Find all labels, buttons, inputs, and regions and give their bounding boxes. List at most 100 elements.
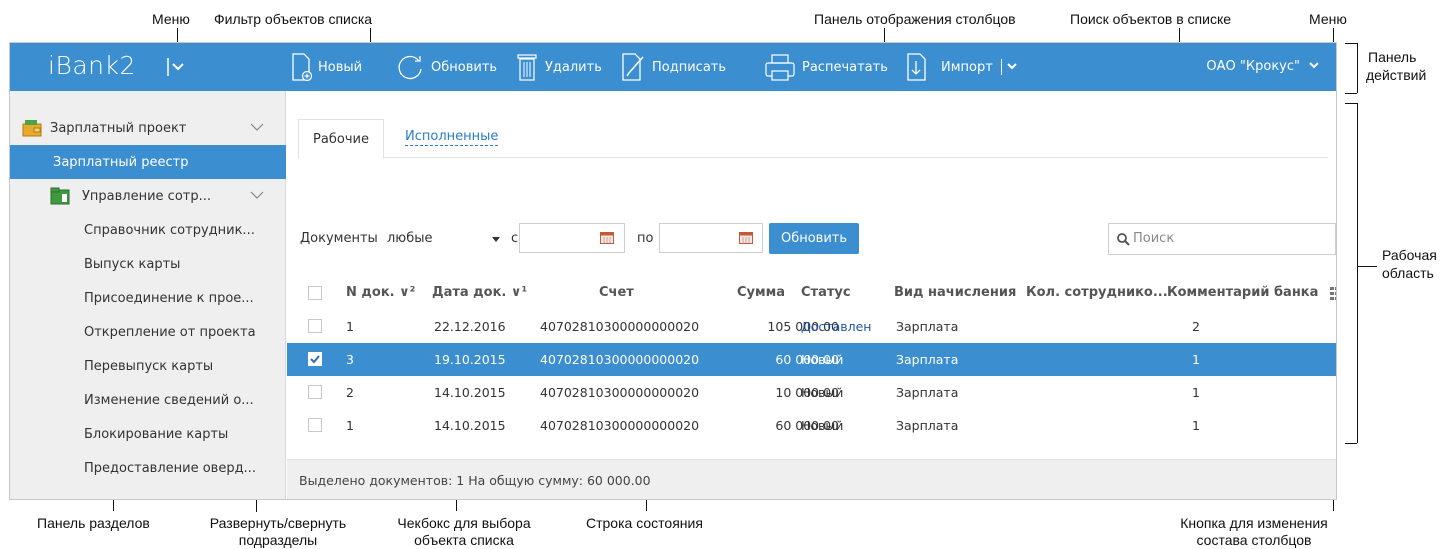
status-text: Выделено документов: 1 На общую сумму: 6… (299, 473, 651, 488)
filter-refresh-button[interactable]: Обновить (769, 223, 859, 254)
delete-button[interactable]: Удалить (515, 51, 602, 83)
cell-type: Зарплата (896, 319, 959, 334)
columns-settings-icon[interactable] (1330, 287, 1337, 300)
tab-working[interactable]: Рабочие (298, 119, 384, 159)
new-button[interactable]: Новый (290, 51, 362, 83)
work-area-bracket (1345, 443, 1357, 444)
row-checkbox[interactable] (308, 352, 322, 366)
column-header-sum[interactable]: Сумма (737, 285, 785, 300)
cell-account: 40702810300000000020 (540, 319, 700, 334)
leader-line (1357, 266, 1377, 267)
wallet-icon (22, 120, 42, 137)
sidebar-item-detach-project[interactable]: Открепление от проекта (10, 315, 286, 349)
annotation-columns-panel: Панель отображения столбцов (814, 11, 1016, 27)
sign-button[interactable]: Подписать (620, 51, 726, 83)
organization-menu[interactable]: ОАО "Крокус" (1206, 59, 1300, 74)
cell-status: Доставлен (801, 319, 872, 334)
actions-bracket (1345, 43, 1357, 44)
sidebar-item-change-info[interactable]: Изменение сведений о... (10, 383, 286, 417)
separator (1000, 59, 1002, 75)
sidebar-item-employee-management[interactable]: Управление сотр... (10, 179, 286, 213)
search-input[interactable] (1133, 231, 1323, 246)
sidebar-item-card-reissue[interactable]: Перевыпуск карты (10, 349, 286, 383)
cell-type: Зарплата (896, 352, 959, 367)
documents-select-value: любые (387, 231, 433, 246)
annotation-filter: Фильтр объектов списка (214, 11, 373, 27)
sidebar-item-label: Зарплатный реестр (53, 154, 189, 170)
new-button-label: Новый (318, 59, 363, 75)
cell-date: 14.10.2015 (434, 418, 506, 433)
row-checkbox[interactable] (308, 319, 322, 333)
sections-panel: Зарплатный проект Зарплатный реестр Упра… (10, 91, 286, 499)
import-button[interactable]: Импорт (905, 51, 1024, 83)
refresh-button[interactable]: Обновить (395, 51, 497, 83)
caret-down-icon (492, 237, 500, 242)
chevron-down-icon[interactable] (250, 191, 264, 200)
calendar-icon[interactable] (600, 231, 614, 244)
main-menu-button[interactable] (167, 56, 185, 78)
annotation-work-area-2: область (1382, 265, 1434, 281)
sidebar-item-label: Выпуск карты (84, 256, 181, 272)
tab-executed[interactable]: Исполненные (405, 129, 499, 146)
row-checkbox[interactable] (308, 418, 322, 432)
import-icon (907, 53, 926, 81)
column-header-number[interactable]: N док. ∨² (346, 285, 415, 300)
print-button-label: Распечатать (802, 59, 888, 75)
chevron-down-icon[interactable] (250, 123, 264, 132)
actions-bracket (1345, 93, 1357, 94)
calendar-icon[interactable] (739, 231, 753, 244)
table-row[interactable]: 2 14.10.2015 40702810300000000020 10 000.00… (287, 376, 1336, 409)
sidebar-item-salary-register[interactable]: Зарплатный реестр (10, 145, 286, 179)
column-header-account[interactable]: Счет (599, 285, 634, 300)
annotation-status-line: Строка состояния (586, 515, 703, 531)
cell-account: 40702810300000000020 (540, 352, 700, 367)
table-row[interactable]: 3 19.10.2015 40702810300000000020 60 000.00… (287, 343, 1336, 376)
cell-number: 3 (346, 352, 354, 367)
import-button-label: Импорт (941, 59, 993, 75)
cell-number: 1 (346, 418, 354, 433)
cell-account: 40702810300000000020 (540, 385, 700, 400)
refresh-icon (398, 55, 422, 80)
annotation-expand-2: подразделы (238, 532, 318, 548)
column-header-type[interactable]: Вид начисления (894, 285, 1016, 300)
cell-status: Новый (801, 352, 844, 367)
new-document-icon (292, 53, 312, 82)
sidebar-item-join-project[interactable]: Присоединение к прое... (10, 281, 286, 315)
row-checkbox[interactable] (308, 385, 322, 399)
column-header-status[interactable]: Статус (801, 285, 851, 300)
select-all-checkbox[interactable] (308, 286, 322, 300)
table-row[interactable]: 1 22.12.2016 40702810300000000020 105 000.0… (287, 310, 1336, 343)
sidebar-item-label: Перевыпуск карты (84, 358, 214, 374)
actions-bracket (1357, 43, 1358, 93)
annotation-columns-button-2: состава столбцов (1196, 532, 1312, 548)
chevron-down-icon[interactable] (1308, 61, 1320, 71)
sidebar-item-label: Управление сотр... (82, 188, 212, 204)
cell-employee-count: 1 (1192, 418, 1200, 433)
tabs-divider (298, 157, 1328, 158)
annotation-work-area-1: Рабочая (1382, 247, 1437, 263)
column-header-date[interactable]: Дата док. ∨¹ (432, 285, 527, 300)
cell-employee-count: 1 (1192, 352, 1200, 367)
cell-number: 2 (346, 385, 354, 400)
sidebar-item-overdraft[interactable]: Предоставление оверд... (10, 451, 286, 485)
sidebar-item-card-block[interactable]: Блокирование карты (10, 417, 286, 451)
search-box[interactable] (1108, 223, 1336, 255)
documents-select[interactable]: любые (384, 226, 506, 254)
print-button[interactable]: Распечатать (764, 51, 888, 83)
annotation-actions-panel-2: действий (1366, 67, 1427, 83)
column-header-bank-comment[interactable]: Комментарий банка (1167, 285, 1318, 300)
table-row[interactable]: 1 14.10.2015 40702810300000000020 60 000.00… (287, 409, 1336, 442)
sidebar-item-label: Открепление от проекта (84, 324, 256, 340)
cell-number: 1 (346, 319, 354, 334)
checkmark-icon (310, 355, 320, 364)
cell-status: Новый (801, 418, 844, 433)
column-header-employee-count[interactable]: Кол. сотруднико... (1026, 285, 1168, 300)
annotation-expand-1: Развернуть/свернуть (209, 515, 347, 531)
sidebar-item-card-issue[interactable]: Выпуск карты (10, 247, 286, 281)
cell-date: 22.12.2016 (434, 319, 506, 334)
cell-account: 40702810300000000020 (540, 418, 700, 433)
documents-label: Документы (300, 231, 378, 246)
sidebar-item-salary-project[interactable]: Зарплатный проект (10, 111, 286, 145)
sidebar-item-employee-directory[interactable]: Справочник сотрудник... (10, 213, 286, 247)
annotation-columns-button-1: Кнопка для изменения (1180, 515, 1328, 531)
